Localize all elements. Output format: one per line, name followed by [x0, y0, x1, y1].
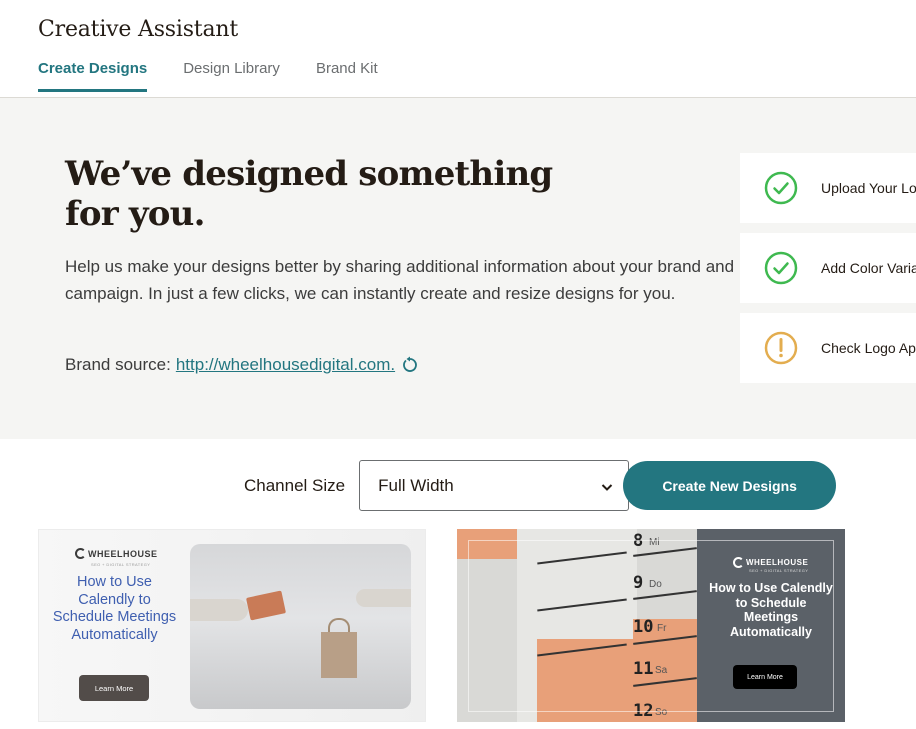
shopping-bag-shape [321, 632, 357, 678]
design-cta-button: Learn More [733, 665, 797, 689]
logo-ring-icon [733, 557, 744, 568]
brand-name: WHEELHOUSE [746, 558, 809, 567]
checklist-item-color-variations[interactable]: Add Color Variations [740, 233, 916, 303]
hero-description: Help us make your designs better by shar… [65, 257, 735, 303]
hand-shape [356, 589, 411, 607]
check-circle-icon [764, 171, 798, 205]
channel-size-controls: Channel Size Full Width Create New Desig… [244, 460, 837, 511]
checklist-item-label: Add Color Variations [821, 260, 916, 276]
checklist-item-label: Upload Your Logo [821, 180, 916, 196]
brand-source-link[interactable]: http://wheelhousedigital.com. [176, 355, 395, 375]
channel-size-select[interactable]: Full Width [359, 460, 630, 511]
setup-checklist: Upload Your Logo Add Color Variations Ch… [740, 153, 916, 393]
tab-design-library[interactable]: Design Library [183, 60, 280, 92]
brand-source: Brand source: http://wheelhousedigital.c… [65, 355, 419, 375]
checklist-item-upload-logo[interactable]: Upload Your Logo [740, 153, 916, 223]
tab-bar: Create Designs Design Library Brand Kit [38, 60, 414, 92]
credit-card-shape [246, 590, 286, 621]
design-preview-card[interactable]: WHEELHOUSE SEO + DIGITAL STRATEGY How to… [38, 529, 426, 722]
channel-size-value: Full Width [378, 475, 454, 495]
check-circle-icon [764, 251, 798, 285]
chevron-down-icon [600, 479, 614, 493]
brand-tagline: SEO + DIGITAL STRATEGY [749, 568, 809, 573]
design-headline: How to Use Calendly to Schedule Meetings… [52, 574, 177, 643]
brand-name: WHEELHOUSE [88, 548, 158, 559]
tab-brand-kit[interactable]: Brand Kit [316, 60, 378, 92]
brand-logo: WHEELHOUSE [733, 557, 808, 568]
create-new-designs-button[interactable]: Create New Designs [623, 461, 837, 510]
logo-ring-icon [75, 548, 86, 559]
design-preview-card[interactable]: 8 Mi 9 Do 10 Fr 11 Sa 12 So WHEELHOUSE S… [457, 529, 845, 722]
brand-source-label: Brand source: [65, 355, 171, 374]
app-title: Creative Assistant [38, 17, 238, 42]
channel-size-label: Channel Size [244, 475, 346, 495]
tab-create-designs[interactable]: Create Designs [38, 60, 148, 92]
brand-tagline: SEO + DIGITAL STRATEGY [91, 562, 151, 567]
hero-title: We’ve designed something for you. [65, 154, 553, 234]
checklist-item-label: Check Logo Appearance [821, 340, 916, 356]
design-headline: How to Use Calendly to Schedule Meetings… [709, 581, 833, 639]
hand-shape [190, 599, 248, 621]
design-photo [190, 544, 411, 709]
design-cta-button: Learn More [79, 675, 149, 701]
brand-logo: WHEELHOUSE [75, 548, 158, 559]
exclamation-circle-icon [764, 331, 798, 365]
hero-panel: We’ve designed something for you. Help u… [0, 98, 916, 439]
refresh-icon[interactable] [401, 356, 419, 374]
checklist-item-check-logo[interactable]: Check Logo Appearance [740, 313, 916, 383]
